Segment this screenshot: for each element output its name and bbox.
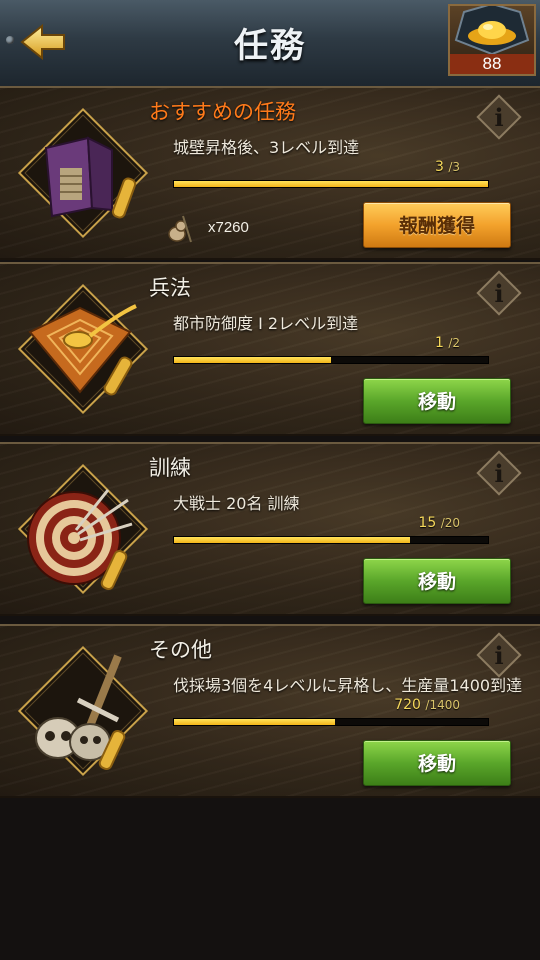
progress-max: /1400 — [425, 698, 460, 712]
quest-card-strategy: 兵法 都市防御度 I 2レベル到達 1 /2 i 移動 — [0, 262, 540, 436]
violin-reward-icon — [165, 214, 193, 244]
quest-card-recommended: おすすめの任務 城壁昇格後、3レベル到達 3 /3 i x7260 報酬獲得 — [0, 86, 540, 260]
svg-text:i: i — [494, 459, 503, 488]
info-button[interactable]: i — [474, 92, 524, 142]
target-arrows-icon — [17, 463, 149, 595]
claim-reward-button[interactable]: 報酬獲得 — [363, 202, 511, 248]
progress-current: 1 — [434, 335, 444, 351]
quest-icon-frame — [8, 98, 158, 248]
wall-tower-icon — [17, 107, 149, 239]
quest-description: 都市防御度 I 2レベル到達 — [173, 314, 359, 333]
skulls-icon — [17, 645, 149, 777]
progress-fill — [174, 181, 488, 187]
info-icon: i — [476, 632, 522, 678]
quest-title: おすすめの任務 — [149, 100, 296, 124]
quest-title: その他 — [149, 638, 212, 662]
progress-label: 15 /20 — [418, 515, 460, 531]
quest-icon-frame — [8, 454, 158, 604]
svg-text:i: i — [494, 279, 503, 308]
progress-bar — [173, 180, 489, 188]
quest-card-training: 訓練 大戦士 20名 訓練 15 /20 i 移動 — [0, 442, 540, 616]
quest-title: 訓練 — [149, 456, 191, 480]
progress-current: 3 — [434, 159, 444, 175]
progress-max: /3 — [448, 160, 460, 174]
info-button[interactable]: i — [474, 448, 524, 498]
gold-currency-button[interactable]: 88 — [448, 4, 536, 76]
go-button[interactable]: 移動 — [363, 558, 511, 604]
go-button[interactable]: 移動 — [363, 740, 511, 786]
progress-current: 720 — [394, 697, 421, 713]
quest-description: 城壁昇格後、3レベル到達 — [173, 138, 360, 157]
quest-description: 伐採場3個を4レベルに昇格し、生産量1400到達 — [173, 676, 523, 695]
progress-fill — [174, 537, 410, 543]
progress-max: /2 — [448, 336, 460, 350]
progress-max: /20 — [440, 516, 460, 530]
reward-quantity: x7260 — [208, 219, 249, 236]
info-button[interactable]: i — [474, 630, 524, 680]
info-icon: i — [476, 94, 522, 140]
progress-bar — [173, 718, 489, 726]
quest-description: 大戦士 20名 訓練 — [173, 494, 300, 513]
quest-title: 兵法 — [149, 276, 191, 300]
progress-bar — [173, 356, 489, 364]
progress-fill — [174, 719, 336, 725]
progress-label: 1 /2 — [435, 335, 460, 351]
progress-label: 720 /1400 — [394, 697, 460, 713]
compass-board-icon — [17, 283, 149, 415]
info-icon: i — [476, 450, 522, 496]
gold-ingot-icon — [454, 6, 530, 56]
progress-bar — [173, 536, 489, 544]
quest-card-other: その他 伐採場3個を4レベルに昇格し、生産量1400到達 720 /1400 i… — [0, 624, 540, 798]
gold-count: 88 — [450, 54, 534, 74]
quest-icon-frame — [8, 274, 158, 424]
progress-current: 15 — [418, 515, 437, 531]
go-button[interactable]: 移動 — [363, 378, 511, 424]
progress-fill — [174, 357, 331, 363]
svg-text:i: i — [494, 103, 503, 132]
header-bar: 任務 88 — [0, 0, 540, 89]
info-icon: i — [476, 270, 522, 316]
progress-label: 3 /3 — [435, 159, 460, 175]
quest-icon-frame — [8, 636, 158, 786]
info-button[interactable]: i — [474, 268, 524, 318]
svg-text:i: i — [494, 641, 503, 670]
